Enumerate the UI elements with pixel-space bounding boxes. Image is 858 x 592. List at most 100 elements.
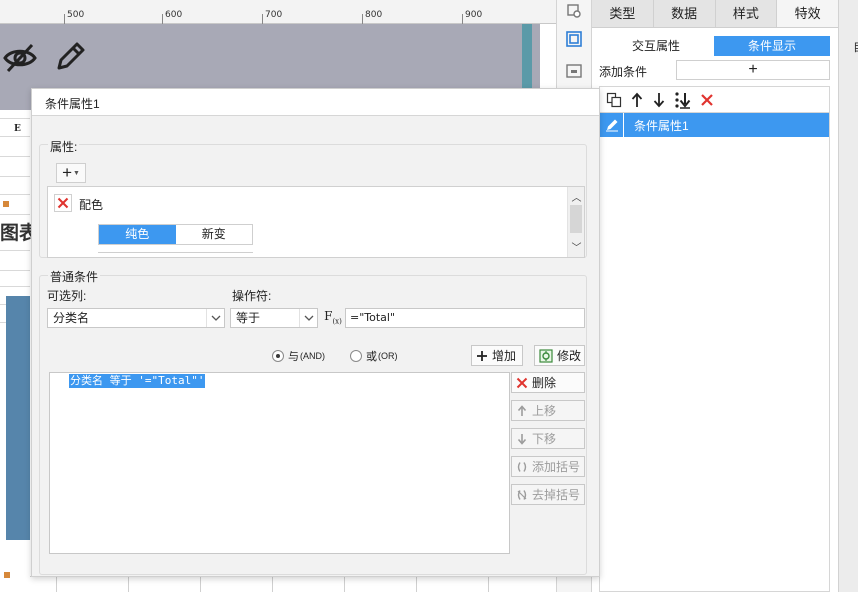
modify-button-label: 修改: [557, 349, 582, 363]
arrow-down-icon: [517, 433, 527, 445]
and-radio-label: 与: [288, 351, 299, 363]
grid-line: [56, 577, 57, 592]
tab-type[interactable]: 类型: [592, 0, 654, 27]
formula-button[interactable]: F(x): [322, 307, 344, 327]
general-conditions-label: 普通条件: [48, 268, 101, 285]
add-condition-label: 添加条件: [599, 65, 648, 79]
pencil-icon: [605, 119, 618, 132]
move-up-label: 上移: [532, 404, 557, 418]
fx-icon: F(x): [324, 308, 342, 326]
condition-attribute-dialog: 条件属性1 属性: + ▼ 配色 纯色 新变 ︿ ﹀ 普通条件 可选列: 操作符…: [31, 88, 600, 577]
move-down-button[interactable]: 下移: [511, 428, 585, 449]
bracket-icon: [517, 461, 527, 472]
subtab-interaction[interactable]: 交互属性: [598, 36, 714, 56]
grid-line: [0, 194, 30, 195]
add-attribute-dropdown[interactable]: + ▼: [56, 163, 86, 183]
cell-element-button[interactable]: [563, 28, 585, 50]
side-panel-label: 自: [853, 38, 858, 55]
condition-list: 条件属性1: [599, 112, 830, 592]
color-mode-toggle: 纯色 新变: [98, 224, 253, 245]
modify-condition-button[interactable]: 修改: [534, 345, 585, 366]
grid-line: [0, 176, 30, 177]
grid-line: [128, 577, 129, 592]
grid-line: [0, 156, 30, 157]
ruler-tick-label: 900: [465, 10, 483, 20]
tab-style[interactable]: 样式: [716, 0, 778, 27]
tab-effects[interactable]: 特效: [777, 0, 838, 27]
column-label: 可选列:: [47, 289, 87, 303]
ruler-tick-label: 600: [165, 10, 183, 20]
chevron-up-icon[interactable]: ︿: [568, 189, 584, 204]
radio-selected-icon: [272, 350, 284, 362]
solid-color-option[interactable]: 纯色: [99, 225, 176, 244]
arrow-up-icon[interactable]: [630, 92, 644, 108]
close-icon: [57, 197, 69, 209]
window-icon: [566, 64, 582, 78]
grid-line: [416, 577, 417, 592]
horizontal-ruler: 500 600 700 800 900: [0, 0, 556, 24]
remove-bracket-label: 去掉括号: [532, 488, 581, 502]
chevron-down-icon[interactable]: ﹀: [568, 239, 584, 254]
arrow-down-icon[interactable]: [652, 92, 666, 108]
settings-gear-icon: [567, 4, 581, 18]
grid-line: [488, 577, 489, 592]
grid-line: [200, 577, 201, 592]
condition-item-label: 条件属性1: [634, 118, 689, 133]
chevron-down-icon[interactable]: [299, 309, 317, 327]
frame-icon: [566, 31, 582, 47]
delete-condition-button[interactable]: 删除: [511, 372, 585, 393]
condition-expression-list[interactable]: 分类名 等于 '="Total"': [49, 372, 510, 554]
condition-expression[interactable]: 分类名 等于 '="Total"': [69, 374, 206, 388]
widget-button[interactable]: [563, 60, 585, 82]
copy-icon[interactable]: [606, 92, 622, 108]
eye-off-icon[interactable]: [2, 40, 38, 76]
attributes-label: 属性:: [48, 138, 80, 155]
and-radio[interactable]: 与 (AND): [272, 348, 325, 364]
radio-unselected-icon: [350, 350, 362, 362]
delete-x-icon[interactable]: [700, 93, 714, 107]
color-preview-edge: [98, 252, 253, 256]
ruler-tick-line: [64, 14, 65, 24]
condition-list-item[interactable]: 条件属性1: [600, 113, 829, 137]
move-up-button[interactable]: 上移: [511, 400, 585, 421]
dialog-body: 属性: + ▼ 配色 纯色 新变 ︿ ﹀ 普通条件 可选列: 操作符: 分类名 …: [32, 115, 599, 576]
add-button-label: 增加: [492, 349, 517, 363]
formula-input[interactable]: ="Total": [345, 308, 585, 328]
gradient-option[interactable]: 新变: [175, 225, 252, 244]
remove-attribute-button[interactable]: [54, 194, 72, 212]
scrollbar-thumb[interactable]: [570, 205, 582, 233]
operator-select-value: 等于: [236, 311, 261, 325]
or-radio-sublabel: (OR): [378, 351, 398, 361]
pencil-icon[interactable]: [53, 40, 87, 76]
delete-x-icon: [516, 377, 528, 388]
remove-bracket-button[interactable]: 去掉括号: [511, 484, 585, 505]
grid-line: [0, 270, 30, 271]
tab-data[interactable]: 数据: [654, 0, 716, 27]
property-panel: 类型 数据 样式 特效 交互属性 条件显示 添加条件 + 条件属性1: [592, 0, 838, 592]
arrow-up-icon: [517, 404, 527, 416]
chart-bar: [6, 296, 30, 540]
add-condition-button[interactable]: +: [676, 60, 830, 80]
ruler-tick-label: 800: [365, 10, 383, 20]
plus-icon: +: [62, 163, 72, 182]
subtab-condition-display[interactable]: 条件显示: [714, 36, 830, 56]
move-down-label: 下移: [532, 432, 557, 446]
attribute-scrollbar[interactable]: ︿ ﹀: [567, 187, 584, 257]
attribute-name: 配色: [79, 198, 104, 212]
edit-icon[interactable]: [600, 113, 624, 137]
add-bracket-button[interactable]: 添加括号: [511, 456, 585, 477]
panel-tabs: 类型 数据 样式 特效: [592, 0, 838, 28]
add-condition-button[interactable]: 增加: [471, 345, 523, 366]
chevron-down-icon[interactable]: [206, 309, 224, 327]
collapsed-side-panel: 自: [838, 0, 858, 592]
column-header-e: E: [14, 124, 21, 134]
grid-line: [272, 577, 273, 592]
move-to-bottom-icon[interactable]: [674, 91, 692, 109]
column-select[interactable]: 分类名: [47, 308, 225, 328]
or-radio[interactable]: 或 (OR): [350, 348, 398, 364]
grid-line: [0, 118, 30, 119]
component-settings-button[interactable]: [563, 0, 585, 22]
grid-line: [0, 286, 30, 287]
delete-button-label: 删除: [532, 376, 557, 390]
operator-select[interactable]: 等于: [230, 308, 318, 328]
